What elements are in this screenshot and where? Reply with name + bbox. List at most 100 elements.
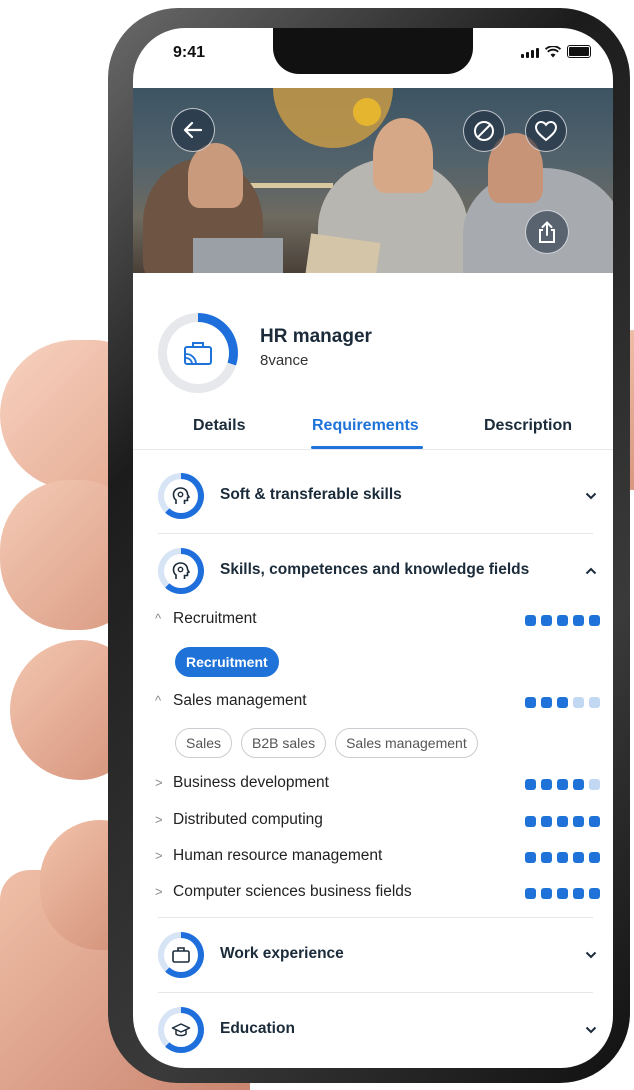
skill-name: Human resource management	[173, 847, 383, 864]
job-hero-image	[133, 88, 613, 273]
chevron-right-icon: >	[155, 848, 163, 863]
skill-name: Business development	[173, 774, 329, 791]
skill-level-dot	[557, 697, 568, 708]
skill-chip[interactable]: B2B sales	[241, 728, 327, 758]
skill-level-dots	[525, 779, 600, 790]
signal-icon	[521, 48, 539, 58]
skill-chips: Sales B2B sales Sales management	[175, 728, 478, 758]
chevron-down-icon	[585, 951, 597, 959]
wifi-icon	[545, 46, 561, 58]
skill-level-dots	[525, 816, 600, 827]
block-button[interactable]	[463, 110, 505, 152]
battery-icon	[567, 45, 591, 58]
chevron-down-icon	[585, 1026, 597, 1034]
skill-row-computer-sciences[interactable]: > Computer sciences business fields	[155, 883, 600, 905]
tab-active-indicator	[311, 446, 423, 449]
skill-level-dot	[557, 852, 568, 863]
tab-bar: Details Requirements Description	[133, 413, 613, 450]
skill-level-dot	[589, 779, 600, 790]
job-match-ring	[158, 313, 238, 393]
section-skills[interactable]: Skills, competences and knowledge fields	[133, 546, 613, 596]
skill-level-dot	[525, 888, 536, 899]
back-button[interactable]	[171, 108, 215, 152]
soft-skills-ring	[158, 473, 204, 519]
skill-row-human-resource-management[interactable]: > Human resource management	[155, 847, 600, 869]
graduation-cap-icon	[171, 1023, 191, 1037]
chevron-right-icon: >	[155, 812, 163, 827]
skill-row-sales-management[interactable]: ^ Sales management	[155, 692, 600, 714]
skill-row-business-development[interactable]: > Business development	[155, 774, 600, 796]
phone-screen: 9:41 HR manager 8vance Details Requireme…	[133, 28, 613, 1068]
skill-chips: Recruitment	[175, 647, 279, 677]
chevron-down-icon	[585, 492, 597, 500]
section-title: Soft & transferable skills	[220, 486, 402, 503]
share-icon	[539, 221, 555, 243]
tab-description[interactable]: Description	[484, 417, 572, 435]
skill-name: Distributed computing	[173, 811, 323, 828]
skill-level-dot	[573, 816, 584, 827]
share-button[interactable]	[525, 210, 569, 254]
block-icon	[474, 121, 494, 141]
section-education[interactable]: Education	[133, 1005, 613, 1055]
skill-level-dot	[541, 697, 552, 708]
skill-level-dot	[525, 852, 536, 863]
briefcase-icon	[184, 342, 212, 365]
heart-icon	[534, 120, 558, 142]
skill-level-dot	[589, 888, 600, 899]
education-ring	[158, 1007, 204, 1053]
skill-level-dot	[525, 615, 536, 626]
chevron-up-icon	[585, 567, 597, 575]
skills-ring	[158, 548, 204, 594]
skill-name: Computer sciences business fields	[173, 883, 412, 900]
favorite-button[interactable]	[525, 110, 567, 152]
skill-name: Recruitment	[173, 610, 257, 627]
skill-level-dot	[541, 816, 552, 827]
divider	[158, 533, 593, 534]
divider	[158, 917, 593, 918]
skill-level-dot	[557, 888, 568, 899]
notch	[273, 28, 473, 74]
skill-level-dot	[557, 779, 568, 790]
section-title: Skills, competences and knowledge fields	[220, 561, 530, 578]
skill-level-dot	[541, 888, 552, 899]
head-gear-icon	[172, 562, 191, 579]
work-experience-ring	[158, 932, 204, 978]
skill-level-dot	[525, 816, 536, 827]
skill-level-dots	[525, 615, 600, 626]
section-soft-skills[interactable]: Soft & transferable skills	[133, 471, 613, 521]
skill-level-dot	[589, 852, 600, 863]
skill-row-distributed-computing[interactable]: > Distributed computing	[155, 811, 600, 833]
skill-level-dot	[525, 697, 536, 708]
skill-level-dot	[589, 615, 600, 626]
briefcase-icon	[172, 947, 190, 963]
chevron-up-icon: ^	[155, 611, 162, 626]
skill-chip[interactable]: Sales management	[335, 728, 478, 758]
chevron-right-icon: >	[155, 775, 163, 790]
skill-level-dots	[525, 888, 600, 899]
skill-level-dots	[525, 852, 600, 863]
skill-level-dot	[573, 697, 584, 708]
skill-chip[interactable]: Sales	[175, 728, 233, 758]
skill-level-dot	[541, 615, 552, 626]
back-arrow-icon	[183, 121, 203, 139]
skill-row-recruitment[interactable]: ^ Recruitment	[155, 610, 600, 632]
skill-level-dots	[525, 697, 600, 708]
status-icons	[521, 45, 591, 58]
skill-level-dot	[589, 697, 600, 708]
section-work-experience[interactable]: Work experience	[133, 930, 613, 980]
skill-level-dot	[573, 852, 584, 863]
tab-details[interactable]: Details	[193, 417, 245, 435]
skill-level-dot	[573, 779, 584, 790]
company-name: 8vance	[260, 352, 309, 369]
head-gear-icon	[172, 487, 191, 504]
skill-level-dot	[557, 816, 568, 827]
skill-name: Sales management	[173, 692, 307, 709]
skill-level-dot	[573, 888, 584, 899]
skill-level-dot	[541, 779, 552, 790]
skill-level-dot	[573, 615, 584, 626]
chevron-up-icon: ^	[155, 693, 162, 708]
skill-chip[interactable]: Recruitment	[175, 647, 279, 677]
skill-level-dot	[589, 816, 600, 827]
tab-requirements[interactable]: Requirements	[312, 417, 419, 435]
job-title: HR manager	[260, 326, 372, 347]
